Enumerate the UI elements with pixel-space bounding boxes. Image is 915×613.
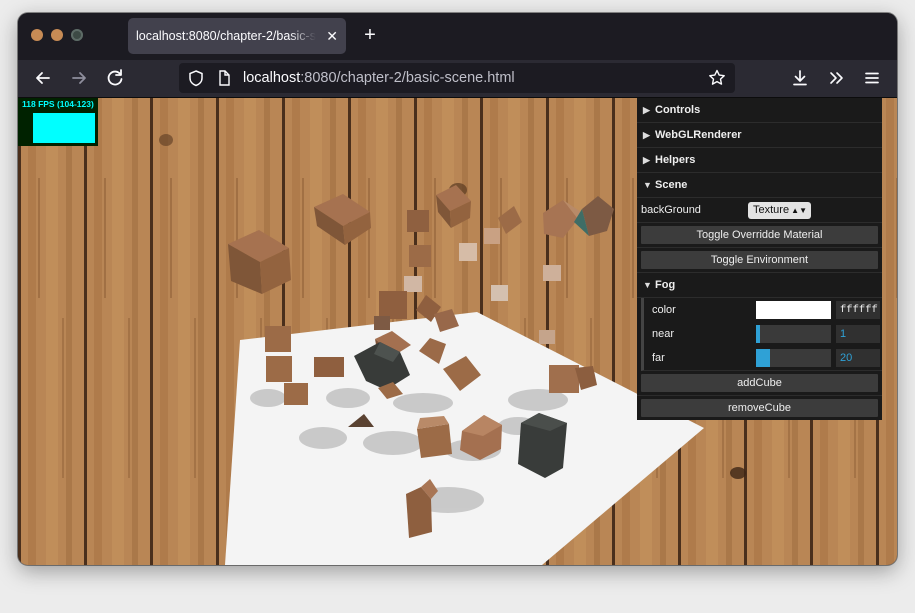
download-icon bbox=[793, 70, 807, 86]
control-panel: ▶ Controls ▶ WebGLRenderer ▶ Helpers ▼ S… bbox=[637, 98, 882, 420]
cube bbox=[265, 326, 291, 352]
add-cube-row: addCube bbox=[637, 371, 882, 396]
double-chevron-icon bbox=[830, 72, 843, 84]
navigation-bar: localhost:8080/chapter-2/basic-scene.htm… bbox=[18, 60, 897, 98]
tab-title: localhost:8080/chapter-2/basic-scene.htm… bbox=[136, 29, 316, 43]
overflow-menu-button[interactable] bbox=[822, 64, 850, 92]
fog-far-slider[interactable] bbox=[756, 349, 831, 367]
fog-far-row: far 20 bbox=[641, 346, 882, 371]
fog-color-row: color ffffff bbox=[641, 298, 882, 322]
cube bbox=[417, 416, 452, 458]
wood-knot bbox=[159, 134, 173, 146]
url-host: localhost bbox=[243, 70, 301, 86]
background-select-value: Texture bbox=[753, 204, 790, 216]
fps-graph bbox=[33, 113, 95, 143]
folder-label: Scene bbox=[655, 179, 688, 191]
app-menu-button[interactable] bbox=[858, 64, 886, 92]
folder-scene[interactable]: ▼ Scene bbox=[637, 173, 882, 198]
cube bbox=[314, 357, 344, 377]
cube bbox=[409, 245, 431, 267]
slider-fill bbox=[756, 325, 760, 343]
reload-button[interactable] bbox=[101, 64, 129, 92]
background-label: backGround bbox=[641, 204, 701, 216]
chevron-right-icon: ▶ bbox=[643, 155, 650, 165]
toggle-environment-button[interactable]: Toggle Environment bbox=[641, 251, 878, 269]
fog-color-input[interactable]: ffffff bbox=[836, 301, 880, 319]
cube bbox=[491, 285, 508, 301]
toggle-environment-row: Toggle Environment bbox=[637, 248, 882, 273]
toggle-override-row: Toggle Overridde Material bbox=[637, 223, 882, 248]
wood-knot bbox=[730, 467, 746, 479]
fog-near-row: near 1 bbox=[641, 322, 882, 346]
cube bbox=[404, 276, 422, 292]
fog-color-label: color bbox=[652, 304, 676, 316]
remove-cube-row: removeCube bbox=[637, 396, 882, 420]
folder-fog[interactable]: ▼ Fog bbox=[637, 273, 882, 298]
tab-close-icon[interactable]: ✕ bbox=[326, 18, 338, 54]
window-maximize-button[interactable] bbox=[71, 29, 83, 41]
back-arrow-icon bbox=[36, 72, 50, 84]
fog-far-input[interactable]: 20 bbox=[836, 349, 880, 367]
cube bbox=[379, 291, 407, 319]
page-icon[interactable] bbox=[217, 63, 231, 93]
tab-strip: localhost:8080/chapter-2/basic-scene.htm… bbox=[18, 13, 897, 60]
folder-label: Fog bbox=[655, 279, 676, 291]
fog-near-input[interactable]: 1 bbox=[836, 325, 880, 343]
add-cube-button[interactable]: addCube bbox=[641, 374, 878, 392]
fog-near-label: near bbox=[652, 328, 675, 340]
select-arrows-icon: ▲▼ bbox=[791, 206, 807, 215]
fps-text: 118 FPS (104-123) bbox=[22, 99, 94, 109]
chevron-down-icon: ▼ bbox=[643, 280, 652, 290]
remove-cube-button[interactable]: removeCube bbox=[641, 399, 878, 417]
cube bbox=[543, 265, 561, 281]
folder-controls[interactable]: ▶ Controls bbox=[637, 98, 882, 123]
url-text: localhost:8080/chapter-2/basic-scene.htm… bbox=[243, 63, 515, 93]
browser-tab[interactable]: localhost:8080/chapter-2/basic-scene.htm… bbox=[128, 18, 346, 54]
downloads-button[interactable] bbox=[786, 64, 814, 92]
folder-webglrenderer[interactable]: ▶ WebGLRenderer bbox=[637, 123, 882, 148]
webgl-canvas[interactable]: 118 FPS (104-123) ▶ Controls ▶ WebGLRend… bbox=[18, 98, 897, 565]
folder-helpers[interactable]: ▶ Helpers bbox=[637, 148, 882, 173]
cube bbox=[459, 243, 477, 261]
back-button[interactable] bbox=[29, 64, 57, 92]
cube bbox=[374, 316, 390, 330]
url-path: :8080/chapter-2/basic-scene.html bbox=[300, 70, 515, 86]
cube bbox=[266, 356, 292, 382]
reload-icon bbox=[107, 69, 123, 86]
slider-fill bbox=[756, 349, 770, 367]
bookmark-star-icon[interactable] bbox=[708, 63, 726, 93]
cube bbox=[549, 365, 579, 393]
slider-track bbox=[756, 325, 831, 343]
background-row: backGround Texture ▲▼ bbox=[637, 198, 882, 223]
shield-icon[interactable] bbox=[188, 63, 204, 93]
fps-stats-panel[interactable]: 118 FPS (104-123) bbox=[18, 98, 98, 146]
chevron-down-icon: ▼ bbox=[643, 180, 652, 190]
folder-label: WebGLRenderer bbox=[655, 129, 742, 141]
cube bbox=[539, 330, 555, 344]
fog-far-label: far bbox=[652, 352, 665, 364]
browser-window: localhost:8080/chapter-2/basic-scene.htm… bbox=[18, 13, 897, 565]
hamburger-menu-icon bbox=[865, 72, 879, 84]
folder-label: Controls bbox=[655, 104, 701, 116]
cube bbox=[284, 383, 308, 405]
cube bbox=[407, 210, 429, 232]
folder-label: Helpers bbox=[655, 154, 696, 166]
toggle-override-material-button[interactable]: Toggle Overridde Material bbox=[641, 226, 878, 244]
chevron-right-icon: ▶ bbox=[643, 130, 650, 140]
background-select[interactable]: Texture ▲▼ bbox=[748, 202, 811, 219]
window-close-button[interactable] bbox=[31, 29, 43, 41]
window-minimize-button[interactable] bbox=[51, 29, 63, 41]
forward-button[interactable] bbox=[65, 64, 93, 92]
address-bar[interactable]: localhost:8080/chapter-2/basic-scene.htm… bbox=[179, 63, 735, 93]
fog-near-slider[interactable] bbox=[756, 325, 831, 343]
cube bbox=[484, 228, 500, 244]
forward-arrow-icon bbox=[72, 72, 86, 84]
fog-color-swatch[interactable] bbox=[756, 301, 831, 319]
chevron-right-icon: ▶ bbox=[643, 105, 650, 115]
new-tab-button[interactable]: + bbox=[359, 22, 381, 48]
